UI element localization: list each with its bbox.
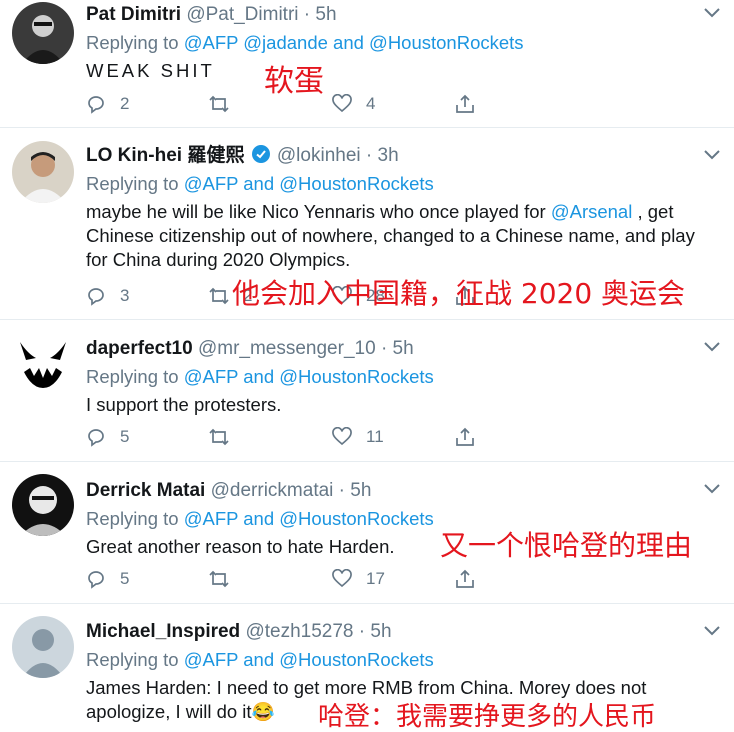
separator-dot: ·	[358, 621, 366, 642]
chevron-down-icon[interactable]	[704, 8, 720, 18]
like-button[interactable]: 4	[332, 93, 375, 115]
replying-to-label: Replying to	[86, 32, 179, 53]
reply-count: 3	[120, 286, 130, 305]
reply-icon	[88, 429, 104, 447]
tweet-text-part: maybe he will be like Nico Yennaris who …	[86, 201, 551, 222]
share-icon	[456, 427, 474, 446]
timestamp[interactable]: 5h	[315, 4, 336, 25]
retweet-button[interactable]	[209, 93, 243, 115]
author-name[interactable]: Pat Dimitri	[86, 4, 181, 25]
reply-icon	[88, 288, 104, 306]
author-name[interactable]: LO Kin-hei 羅健熙	[86, 145, 244, 166]
author-name[interactable]: daperfect10	[86, 338, 193, 359]
like-icon	[332, 569, 352, 588]
reply-count: 2	[120, 94, 130, 113]
tweet-text: I support the protesters.	[86, 394, 282, 415]
tweet[interactable]: Michael_Inspired @tezh15278 · 5h Replyin…	[0, 604, 734, 732]
replying-to-mentions[interactable]: @AFP and @HoustonRockets	[184, 508, 434, 529]
separator-dot: ·	[338, 480, 345, 501]
timestamp[interactable]: 5h	[370, 621, 391, 642]
reply-button[interactable]: 2	[86, 93, 129, 115]
like-icon	[332, 94, 352, 113]
reply-icon	[88, 571, 104, 589]
avatar[interactable]	[12, 141, 74, 203]
share-button[interactable]	[455, 568, 475, 590]
author-handle[interactable]: @tezh15278	[245, 621, 353, 642]
replying-to-label: Replying to	[86, 508, 179, 529]
like-count: 4	[366, 94, 376, 113]
author-name[interactable]: Derrick Matai	[86, 480, 205, 501]
chevron-down-icon[interactable]	[704, 484, 720, 494]
tweet[interactable]: daperfect10 @mr_messenger_10 · 5h Replyi…	[0, 320, 734, 462]
separator-dot: ·	[380, 338, 388, 359]
chevron-down-icon[interactable]	[704, 626, 720, 636]
share-icon	[456, 569, 474, 588]
author-handle[interactable]: @derrickmatai	[211, 480, 334, 501]
like-count: 17	[366, 569, 385, 588]
like-button[interactable]: 17	[332, 568, 385, 590]
author-handle[interactable]: @lokinhei	[277, 145, 361, 166]
caption-overlay: 哈登：我需要挣更多的人民币	[318, 702, 657, 732]
avatar[interactable]	[12, 474, 74, 536]
replying-to-mentions[interactable]: @AFP and @HoustonRockets	[184, 173, 434, 194]
timestamp[interactable]: 5h	[350, 480, 371, 501]
laughing-emoji: 😂	[251, 701, 275, 722]
tweet[interactable]: Derrick Matai @derrickmatai · 5h Replyin…	[0, 462, 734, 604]
like-icon	[332, 427, 352, 446]
verified-icon	[251, 145, 270, 163]
like-button[interactable]: 11	[332, 426, 384, 448]
reply-button[interactable]: 5	[86, 568, 129, 590]
reply-button[interactable]: 3	[86, 285, 129, 307]
retweet-button[interactable]	[209, 426, 243, 448]
timestamp[interactable]: 5h	[393, 338, 414, 359]
replying-to-mentions[interactable]: @AFP @jadande and @HoustonRockets	[184, 32, 524, 53]
reply-icon	[88, 96, 104, 114]
share-icon	[456, 94, 474, 113]
reply-feed: Pat Dimitri @Pat_Dimitri · 5h Replying t…	[0, 0, 734, 732]
reply-count: 5	[120, 427, 130, 446]
author-handle[interactable]: @Pat_Dimitri	[186, 4, 298, 25]
avatar[interactable]	[12, 616, 74, 678]
retweet-icon	[209, 570, 229, 588]
retweet-button[interactable]	[209, 568, 243, 590]
retweet-icon	[209, 95, 229, 113]
avatar[interactable]	[12, 332, 74, 394]
share-button[interactable]	[455, 93, 475, 115]
reply-count: 5	[120, 569, 130, 588]
separator-dot: ·	[303, 4, 311, 25]
retweet-icon	[209, 428, 229, 446]
avatar[interactable]	[12, 2, 74, 64]
like-count: 11	[366, 427, 384, 446]
separator-dot: ·	[365, 145, 373, 166]
replying-to-label: Replying to	[86, 649, 179, 670]
reply-button[interactable]: 5	[86, 426, 129, 448]
tweet-text: WEAK SHIT	[86, 60, 215, 81]
tweet[interactable]: LO Kin-hei 羅健熙 @lokinhei · 3h Replying t…	[0, 128, 734, 320]
tweet[interactable]: Pat Dimitri @Pat_Dimitri · 5h Replying t…	[0, 0, 734, 128]
replying-to-label: Replying to	[86, 366, 179, 387]
author-name[interactable]: Michael_Inspired	[86, 621, 240, 642]
replying-to-label: Replying to	[86, 173, 179, 194]
chevron-down-icon[interactable]	[704, 342, 720, 352]
replying-to-mentions[interactable]: @AFP and @HoustonRockets	[184, 366, 434, 387]
author-handle[interactable]: @mr_messenger_10	[198, 338, 376, 359]
share-button[interactable]	[455, 426, 475, 448]
caption-overlay: 他会加入中国籍，征战 2020 奥运会	[232, 277, 686, 310]
replying-to-mentions[interactable]: @AFP and @HoustonRockets	[184, 649, 434, 670]
chevron-down-icon[interactable]	[704, 150, 720, 160]
caption-overlay: 又一个恨哈登的理由	[440, 529, 693, 562]
retweet-icon	[209, 287, 229, 305]
mention-link[interactable]: @Arsenal	[551, 201, 633, 222]
timestamp[interactable]: 3h	[378, 145, 399, 166]
tweet-text: maybe he will be like Nico Yennaris who …	[86, 200, 720, 272]
